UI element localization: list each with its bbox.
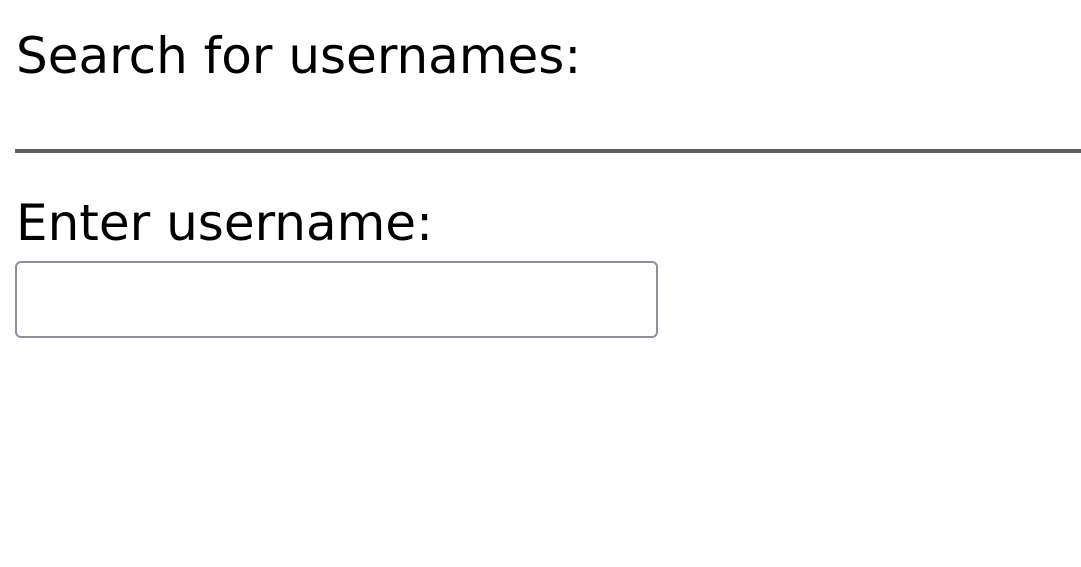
username-label: Enter username: [16,194,433,252]
section-divider [15,149,1081,153]
page-title: Search for usernames: [16,27,582,85]
username-input[interactable] [15,261,658,338]
